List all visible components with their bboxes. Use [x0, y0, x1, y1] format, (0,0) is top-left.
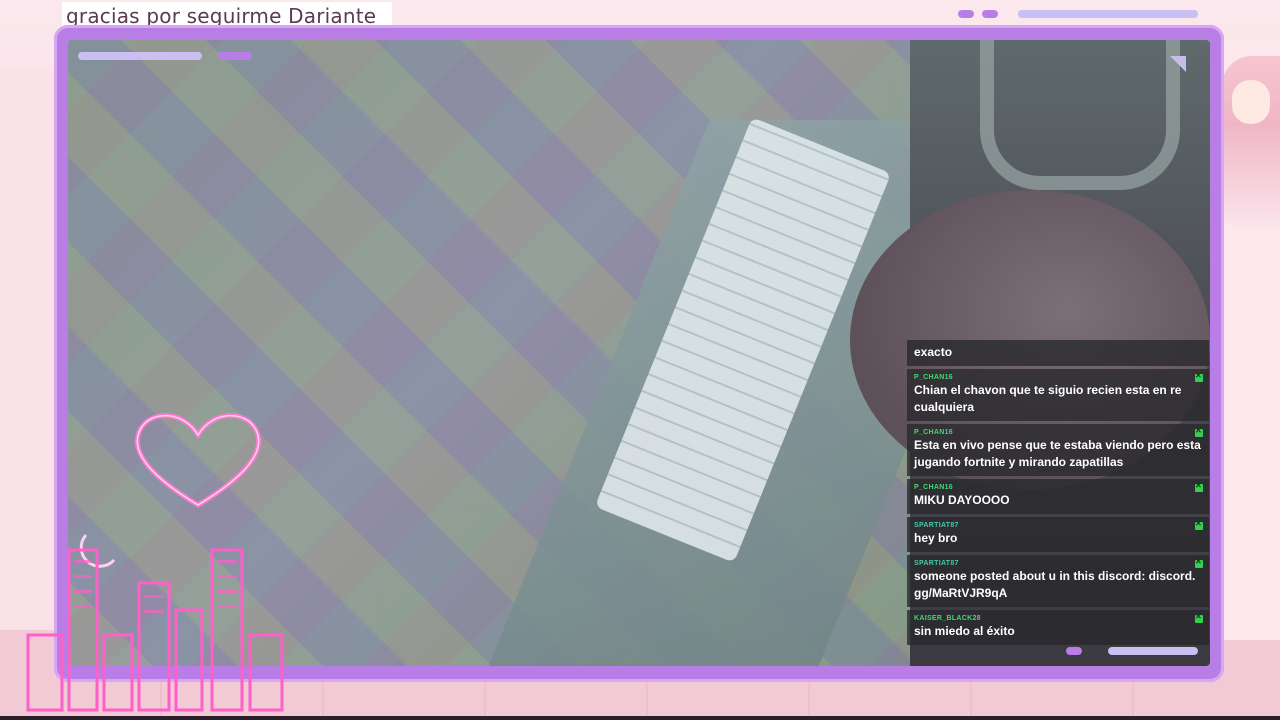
chat-message: KAISER_BLACK28 sin miedo al éxito	[907, 610, 1209, 645]
chat-message: SPARTIAT87 hey bro	[907, 517, 1209, 552]
chat-message: exacto	[907, 340, 1209, 366]
chat-message: P_CHAN16 Esta en vivo pense que te estaba…	[907, 424, 1209, 476]
frame-pill-decor	[1066, 647, 1082, 655]
frame-pill-decor	[78, 52, 202, 60]
chat-text: Esta en vivo pense que te estaba viendo …	[914, 438, 1201, 469]
moderator-badge-icon	[1195, 371, 1203, 382]
chat-username[interactable]: P_CHAN16	[914, 373, 1202, 382]
chat-message: SPARTIAT87 someone posted about u in this…	[907, 555, 1209, 607]
heart-neon-icon	[134, 413, 262, 508]
chat-username[interactable]: P_CHAN16	[914, 483, 1202, 492]
city-skyline-neon-icon	[26, 534, 284, 712]
top-pill-decor	[958, 10, 974, 18]
chat-text: sin miedo al éxito	[914, 624, 1015, 638]
chat-username[interactable]: SPARTIAT87	[914, 559, 1202, 568]
chat-text: exacto	[914, 345, 953, 359]
corner-decor	[1170, 56, 1186, 72]
moderator-badge-icon	[1195, 519, 1203, 530]
frame-pill-decor	[218, 52, 252, 60]
moderator-badge-icon	[1195, 481, 1203, 492]
top-pill-decor	[1018, 10, 1198, 18]
chair	[980, 40, 1180, 190]
chat-text: Chian el chavon que te siguio recien est…	[914, 383, 1182, 414]
moderator-badge-icon	[1195, 557, 1203, 568]
anime-character-face	[1232, 80, 1270, 124]
chat-username[interactable]: P_CHAN16	[914, 428, 1202, 437]
top-pill-decor	[982, 10, 998, 18]
chat-overlay: exacto P_CHAN16 Chian el chavon que te sig…	[907, 340, 1209, 645]
chat-username[interactable]: SPARTIAT87	[914, 521, 1202, 530]
moderator-badge-icon	[1195, 426, 1203, 437]
chat-message: P_CHAN16 Chian el chavon que te siguio re…	[907, 369, 1209, 421]
bottom-edge	[0, 716, 1280, 720]
frame-pill-decor	[1108, 647, 1198, 655]
chat-text: someone posted about u in this discord: …	[914, 569, 1196, 600]
moderator-badge-icon	[1195, 612, 1203, 623]
chat-text: MIKU DAYOOOO	[914, 493, 1010, 507]
chat-message: P_CHAN16 MIKU DAYOOOO	[907, 479, 1209, 514]
chat-username[interactable]: KAISER_BLACK28	[914, 614, 1202, 623]
chat-text: hey bro	[914, 531, 958, 545]
